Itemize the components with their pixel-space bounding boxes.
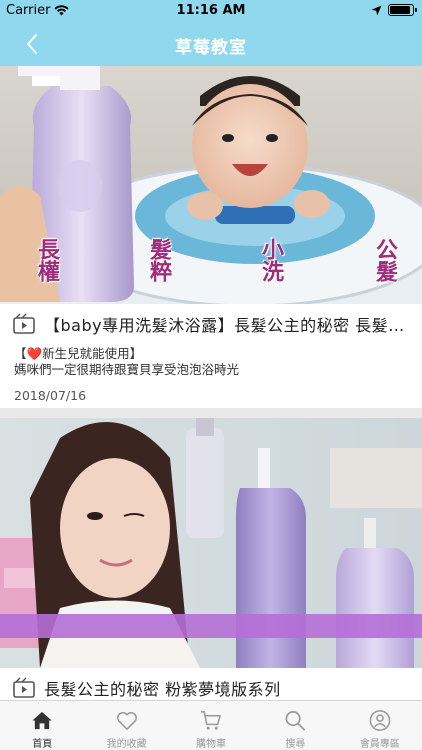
video-caption-2: 髮粹 (146, 238, 171, 282)
video-description-line: 媽咪們一定很期待跟寶貝享受泡泡浴時光 (14, 362, 240, 377)
video-card[interactable]: 長髮公主的秘密 粉紫夢境版系列 (0, 418, 422, 700)
video-list[interactable]: 長權 髮粹 小洗 公髮 【baby專用洗髮沐浴露】長髮公主的秘密 長髮公主 【❤… (0, 66, 422, 700)
video-date: 2018/07/16 (14, 388, 87, 403)
baby-bath-image (0, 66, 422, 304)
tab-search[interactable]: 搜尋 (253, 701, 337, 750)
video-thumbnail[interactable]: 長權 髮粹 小洗 公髮 (0, 66, 422, 304)
nav-bar: 草莓教室 (0, 22, 422, 66)
video-thumbnail[interactable] (0, 418, 422, 668)
tab-label: 我的收藏 (106, 739, 147, 750)
battery-fill (390, 6, 410, 14)
tab-label: 搜尋 (285, 739, 306, 750)
tab-label: 購物車 (196, 739, 227, 750)
video-description: 【❤️新生兒就能使用】 媽咪們一定很期待跟寶貝享受泡泡浴時光 (0, 344, 422, 378)
tab-home[interactable]: 首頁 (0, 701, 84, 750)
girl-with-products-image (0, 418, 422, 668)
tab-member[interactable]: 會員專區 (338, 701, 422, 750)
tab-label: 會員專區 (359, 739, 400, 750)
cart-icon (200, 711, 221, 730)
tab-cart[interactable]: 購物車 (169, 701, 253, 750)
tab-label: 首頁 (32, 739, 53, 750)
video-description-line: 【❤️新生兒就能使用】 (14, 346, 143, 361)
home-icon (32, 711, 52, 730)
video-title[interactable]: 【baby專用洗髮沐浴露】長髮公主的秘密 長髮公主 (44, 312, 410, 336)
battery-icon (388, 4, 417, 16)
video-card[interactable]: 長權 髮粹 小洗 公髮 【baby專用洗髮沐浴露】長髮公主的秘密 長髮公主 【❤… (0, 66, 422, 408)
status-bar: Carrier 11:16 AM (0, 0, 422, 22)
page-title: 草莓教室 (175, 38, 247, 58)
video-title[interactable]: 長髮公主的秘密 粉紫夢境版系列 (44, 676, 281, 700)
location-arrow-icon (371, 5, 382, 15)
status-time: 11:16 AM (176, 3, 246, 18)
search-icon (285, 711, 306, 731)
video-icon (13, 313, 35, 334)
video-caption-1: 長權 (34, 238, 59, 282)
tab-bar: 首頁 我的收藏 購物車 搜尋 會員專區 (0, 700, 422, 750)
user-icon (369, 710, 391, 731)
video-caption-3: 小洗 (258, 238, 283, 282)
heart-icon (116, 712, 137, 730)
tab-favorites[interactable]: 我的收藏 (84, 701, 168, 750)
video-icon (13, 677, 35, 698)
video-caption-4: 公髮 (372, 238, 397, 282)
